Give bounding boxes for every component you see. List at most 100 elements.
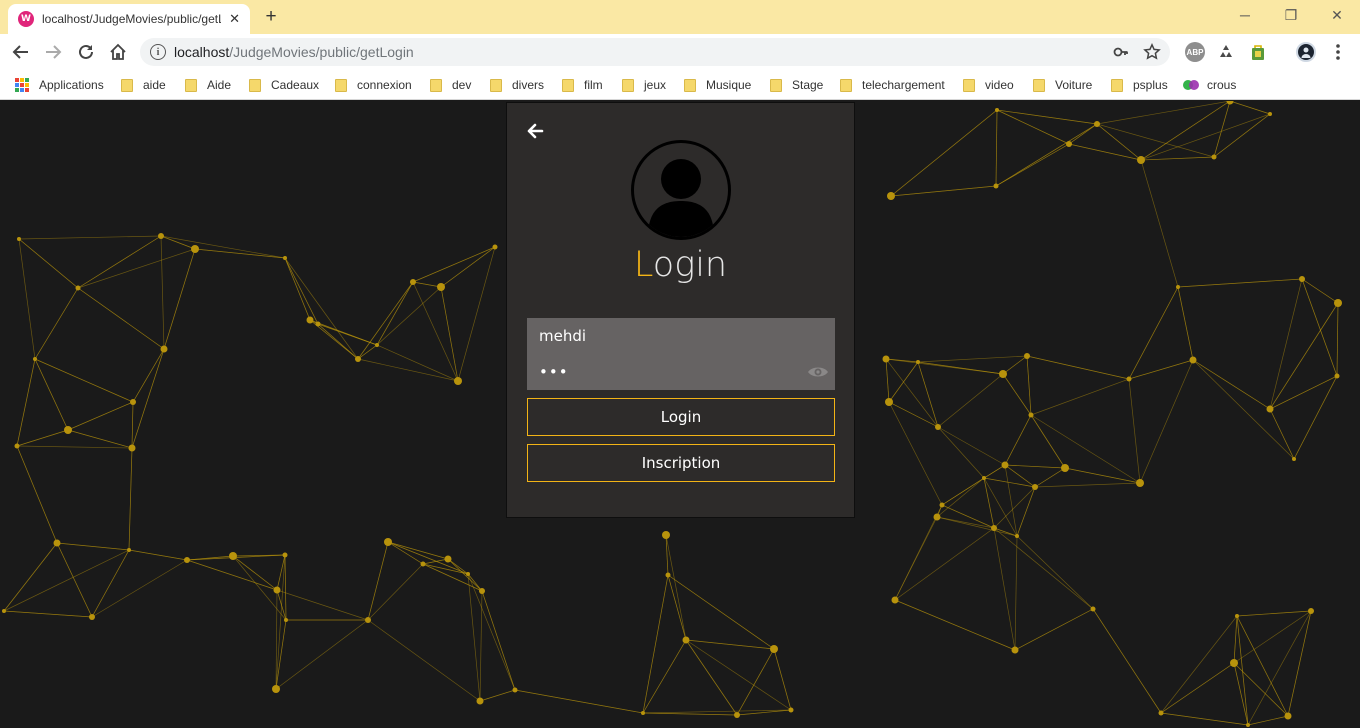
network-link bbox=[128, 447, 133, 551]
bookmark-folder-video[interactable]: video bbox=[963, 76, 1014, 94]
username-input[interactable] bbox=[527, 319, 835, 353]
network-link bbox=[1269, 278, 1303, 410]
browser-tab[interactable]: W localhost/JudgeMovies/public/getLogin … bbox=[8, 4, 250, 34]
network-link bbox=[1177, 286, 1194, 361]
network-link bbox=[642, 709, 792, 714]
bookmark-folder-cadeaux[interactable]: Cadeaux bbox=[249, 76, 319, 94]
bookmark-folder-jeux[interactable]: jeux bbox=[622, 76, 666, 94]
credentials-box bbox=[527, 318, 835, 390]
bookmark-crous[interactable]: crous bbox=[1183, 76, 1236, 94]
network-node bbox=[284, 618, 288, 622]
network-node bbox=[1066, 141, 1072, 147]
bookmark-folder-film[interactable]: film bbox=[562, 76, 603, 94]
network-link bbox=[412, 281, 442, 288]
address-bar[interactable]: i localhost/JudgeMovies/public/getLogin bbox=[140, 38, 1170, 66]
network-node bbox=[788, 707, 794, 713]
network-link bbox=[1128, 359, 1194, 380]
network-link bbox=[1233, 662, 1289, 717]
network-link bbox=[284, 257, 311, 321]
network-link bbox=[412, 281, 459, 382]
reload-button[interactable] bbox=[73, 39, 99, 65]
eye-icon[interactable] bbox=[807, 364, 829, 380]
network-node bbox=[682, 636, 690, 644]
shopping-bag-icon[interactable] bbox=[1248, 42, 1268, 62]
network-link bbox=[1030, 414, 1066, 469]
new-tab-button[interactable]: + bbox=[260, 6, 282, 28]
tab-close-icon[interactable]: ✕ bbox=[229, 12, 240, 27]
network-link bbox=[77, 235, 162, 289]
network-link bbox=[993, 527, 1016, 651]
network-link bbox=[376, 286, 442, 346]
network-link bbox=[18, 235, 162, 240]
bookmark-folder-dev[interactable]: dev bbox=[430, 76, 471, 94]
menu-dots-icon[interactable] bbox=[1328, 42, 1348, 62]
network-link bbox=[467, 573, 516, 691]
network-node bbox=[734, 712, 740, 718]
network-link bbox=[736, 648, 775, 716]
restore-button[interactable]: ❐ bbox=[1268, 4, 1314, 26]
network-link bbox=[18, 238, 36, 360]
network-node bbox=[33, 357, 37, 361]
network-link bbox=[132, 348, 165, 403]
network-link bbox=[34, 358, 69, 431]
network-link bbox=[890, 109, 998, 197]
bookmark-folder-telechargement[interactable]: telechargement bbox=[840, 76, 945, 94]
bookmark-applications[interactable]: Applications bbox=[15, 76, 104, 94]
profile-avatar-icon[interactable] bbox=[1296, 42, 1316, 62]
network-link bbox=[1229, 101, 1271, 115]
bookmark-folder-divers[interactable]: divers bbox=[490, 76, 544, 94]
network-node bbox=[935, 424, 941, 430]
network-node bbox=[283, 256, 287, 260]
network-link bbox=[186, 559, 278, 591]
star-icon[interactable] bbox=[1143, 43, 1161, 61]
network-node bbox=[1001, 461, 1009, 469]
network-link bbox=[936, 477, 985, 518]
network-link bbox=[894, 599, 1016, 651]
login-button[interactable]: Login bbox=[527, 398, 835, 436]
signup-button[interactable]: Inscription bbox=[527, 444, 835, 482]
network-node bbox=[410, 279, 416, 285]
home-icon bbox=[110, 43, 126, 60]
network-link bbox=[1269, 375, 1338, 410]
network-link bbox=[163, 248, 196, 350]
bookmark-folder-stage[interactable]: Stage bbox=[770, 76, 823, 94]
apps-grid-icon bbox=[15, 78, 29, 92]
network-node bbox=[999, 370, 1007, 378]
network-node bbox=[89, 614, 95, 620]
network-node bbox=[993, 183, 999, 189]
back-button[interactable] bbox=[8, 39, 34, 65]
title-rest: ogin bbox=[652, 245, 728, 285]
bookmark-folder-aide[interactable]: aide bbox=[121, 76, 166, 94]
recycle-icon[interactable] bbox=[1216, 42, 1236, 62]
bookmark-folder-connexion[interactable]: connexion bbox=[335, 76, 412, 94]
network-link bbox=[1016, 535, 1094, 610]
minimize-button[interactable]: ─ bbox=[1222, 4, 1268, 26]
network-link bbox=[1064, 467, 1141, 484]
bookmark-folder-aide-2[interactable]: Aide bbox=[185, 76, 231, 94]
network-link bbox=[1192, 359, 1295, 460]
key-icon[interactable] bbox=[1112, 43, 1130, 61]
url-text: localhost/JudgeMovies/public/getLogin bbox=[174, 44, 414, 60]
page-background: Login Login Inscription bbox=[0, 101, 1360, 728]
bookmark-label: Cadeaux bbox=[271, 78, 320, 92]
network-link bbox=[1247, 715, 1289, 726]
network-link bbox=[16, 429, 69, 447]
network-link bbox=[1030, 414, 1141, 484]
back-arrow-icon[interactable] bbox=[525, 121, 545, 141]
bookmark-folder-psplus[interactable]: psplus bbox=[1111, 76, 1168, 94]
password-input[interactable] bbox=[527, 355, 835, 389]
home-button[interactable] bbox=[105, 39, 131, 65]
bookmark-folder-voiture[interactable]: Voiture bbox=[1033, 76, 1092, 94]
network-link bbox=[885, 358, 919, 363]
close-window-button[interactable]: ✕ bbox=[1314, 4, 1360, 26]
network-node bbox=[887, 192, 895, 200]
bookmark-folder-musique[interactable]: Musique bbox=[684, 76, 751, 94]
folder-icon bbox=[840, 78, 852, 92]
network-link bbox=[1140, 156, 1215, 161]
info-icon[interactable]: i bbox=[150, 44, 166, 60]
network-link bbox=[1301, 278, 1338, 377]
forward-button[interactable] bbox=[40, 39, 66, 65]
network-link bbox=[357, 344, 378, 360]
adblock-plus-icon[interactable]: ABP bbox=[1185, 42, 1205, 62]
network-link bbox=[160, 235, 196, 250]
